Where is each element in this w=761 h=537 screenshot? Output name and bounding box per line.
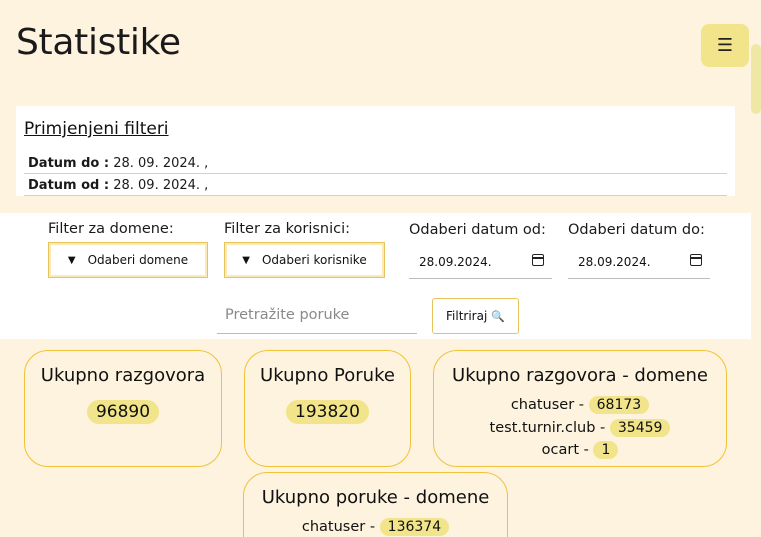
search-icon: 🔍 xyxy=(491,309,505,323)
applied-filter-label: Datum do : xyxy=(28,156,110,171)
domain-row: chatuser - 136374 xyxy=(244,516,507,537)
applied-filter-row: Datum od : 28. 09. 2024. , xyxy=(24,174,727,196)
filter-funnel-icon: ▼ xyxy=(67,254,76,266)
domain-count-badge: 68173 xyxy=(588,396,650,414)
applied-filters-panel: Primjenjeni filteri Datum do : 28. 09. 2… xyxy=(16,106,735,196)
select-users-label: Odaberi korisnike xyxy=(261,253,367,267)
card-title: Ukupno Poruke xyxy=(260,365,395,386)
message-search-input[interactable] xyxy=(217,296,417,334)
domain-name: test.turnir.club - xyxy=(489,419,606,436)
select-domains-label: Odaberi domene xyxy=(87,253,189,267)
applied-filter-value: 28. 09. 2024. , xyxy=(113,156,209,171)
domain-filter-label: Filter za domene: xyxy=(48,221,174,237)
filter-submit-button[interactable]: Filtriraj 🔍 xyxy=(432,298,519,334)
applied-filter-label: Datum od : xyxy=(28,178,110,193)
domain-count-badge: 136374 xyxy=(379,518,450,536)
domain-row: ocart - 1 xyxy=(434,439,726,462)
stat-value-badge: 96890 xyxy=(86,400,160,424)
date-to-label: Odaberi datum do: xyxy=(568,222,705,238)
calendar-icon[interactable] xyxy=(690,254,702,266)
date-from-label: Odaberi datum od: xyxy=(409,222,546,238)
total-conversations-card: Ukupno razgovora 96890 xyxy=(24,350,222,467)
scrollbar-thumb[interactable] xyxy=(751,44,761,114)
card-title: Ukupno poruke - domene xyxy=(261,487,490,508)
filter-funnel-icon: ▼ xyxy=(242,254,250,266)
page-title: Statistike xyxy=(16,22,181,63)
user-filter-label: Filter za korisnici: xyxy=(224,221,351,237)
date-to-input[interactable]: 28.09.2024. xyxy=(568,245,710,279)
select-domains-button[interactable]: ▼ Odaberi domene xyxy=(48,242,208,278)
date-from-input[interactable]: 28.09.2024. xyxy=(409,245,552,279)
filter-submit-label: Filtriraj xyxy=(446,309,488,323)
applied-filter-row: Datum do : 28. 09. 2024. , xyxy=(24,152,727,174)
domain-row: chatuser - 68173 xyxy=(434,394,726,417)
total-messages-card: Ukupno Poruke 193820 xyxy=(244,350,411,467)
domain-name: chatuser - xyxy=(301,519,376,535)
calendar-icon[interactable] xyxy=(532,254,544,266)
hamburger-icon: ☰ xyxy=(716,35,734,56)
domain-count-badge: 35459 xyxy=(609,418,671,437)
messages-by-domain-card: Ukupno poruke - domene chatuser - 136374 xyxy=(243,472,508,537)
stat-value-badge: 193820 xyxy=(286,400,369,424)
select-users-button[interactable]: ▼ Odaberi korisnike xyxy=(224,242,385,278)
domain-name: ocart - xyxy=(541,442,589,458)
card-title: Ukupno razgovora - domene xyxy=(452,365,708,386)
applied-filter-value: 28. 09. 2024. , xyxy=(113,178,209,193)
domain-name: chatuser - xyxy=(510,397,585,413)
date-to-value: 28.09.2024. xyxy=(578,255,651,269)
domain-count-badge: 1 xyxy=(593,441,619,459)
domain-row: test.turnir.club - 35459 xyxy=(434,417,726,440)
applied-filters-title: Primjenjeni filteri xyxy=(24,119,169,139)
card-title: Ukupno razgovora xyxy=(40,365,206,386)
menu-button[interactable]: ☰ xyxy=(701,24,749,67)
conversations-by-domain-card: Ukupno razgovora - domene chatuser - 681… xyxy=(433,350,727,467)
date-from-value: 28.09.2024. xyxy=(419,255,492,269)
